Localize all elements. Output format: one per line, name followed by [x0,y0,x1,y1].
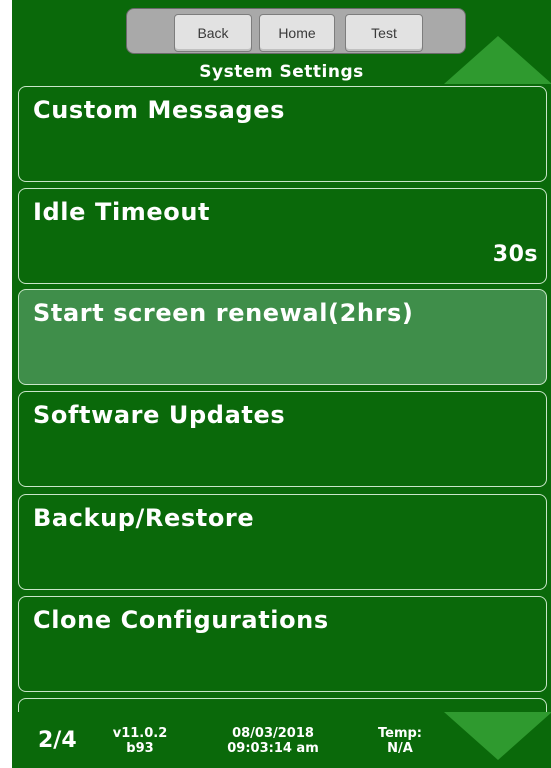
menu-item-value: 30s [492,242,538,267]
date-text: 08/03/2018 [232,726,314,741]
temp-label: Temp: [377,726,422,741]
temp-value: N/A [387,741,413,756]
temperature: Temp: N/A [368,726,432,756]
back-button[interactable]: Back [174,14,252,52]
date-time: 08/03/2018 09:03:14 am [208,726,338,756]
menu-item-label: Clone Configurations [33,606,329,634]
page-indicator: 2/4 [38,728,77,753]
menu-item-start-screen-renewal[interactable]: Start screen renewal(2hrs) [18,289,547,385]
home-button[interactable]: Home [259,14,335,52]
build-number: b93 [126,741,154,756]
test-button[interactable]: Test [345,14,423,52]
time-text: 09:03:14 am [227,741,319,756]
version-number: v11.0.2 [112,726,168,741]
menu-item-idle-timeout[interactable]: Idle Timeout 30s [18,188,547,284]
menu-item-label: Backup/Restore [33,504,255,532]
menu-item-custom-messages[interactable]: Custom Messages [18,86,547,182]
menu-item-label: Custom Messages [33,96,285,124]
scroll-down-icon[interactable] [444,712,551,760]
menu-item-label: Start screen renewal(2hrs) [33,299,414,327]
menu-item-label: Software Updates [33,401,286,429]
menu-item-backup-restore[interactable]: Backup/Restore [18,494,547,590]
device-screen: Back Home Test System Settings Custom Me… [12,0,551,768]
menu-item-clone-configurations[interactable]: Clone Configurations [18,596,547,692]
menu-item-software-updates[interactable]: Software Updates [18,391,547,487]
menu-item-label: Idle Timeout [33,198,211,226]
firmware-version: v11.0.2 b93 [112,726,168,756]
page-title: System Settings [199,62,364,82]
